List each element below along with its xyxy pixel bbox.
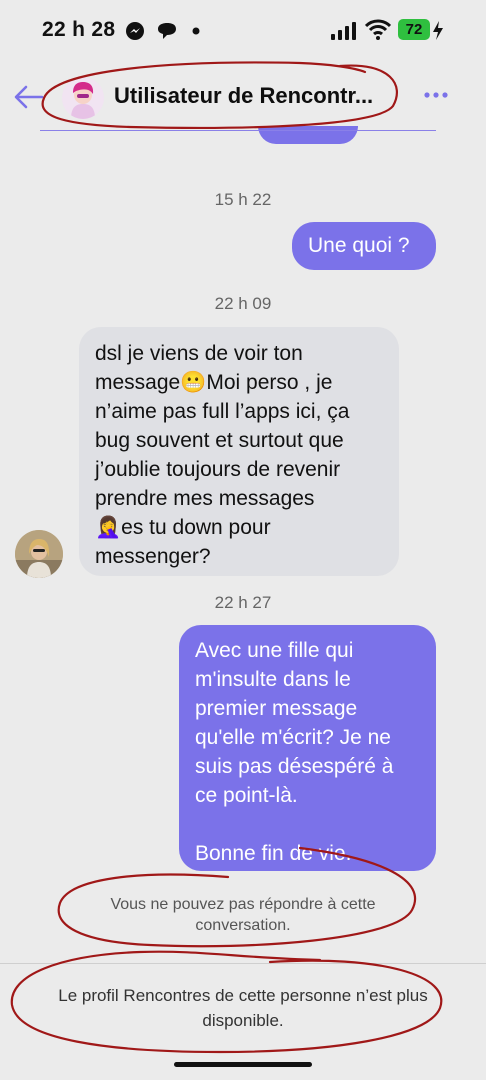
- message-text: 🤦‍♀️es tu down pour: [95, 516, 271, 539]
- message-text: suis pas désespéré à: [195, 755, 394, 778]
- message-text: ce point-là.: [195, 784, 298, 807]
- message-text: qu'elle m'écrit? Je ne: [195, 726, 391, 749]
- sender-avatar[interactable]: [15, 530, 63, 578]
- footer-line: Le profil Rencontres de cette personne n…: [58, 986, 428, 1005]
- incoming-message-bubble[interactable]: dsl je viens de voir ton message😬Moi per…: [79, 327, 399, 576]
- message-text: prendre mes messages: [95, 487, 315, 510]
- sender-photo-icon: [15, 530, 63, 578]
- message-text: n’aime pas full l’apps ici, ça: [95, 400, 350, 423]
- profile-unavailable-banner: Le profil Rencontres de cette personne n…: [0, 983, 486, 1033]
- person-avatar-icon: [62, 77, 104, 119]
- signal-icon: [331, 22, 356, 40]
- message-text: bug souvent et surtout que: [95, 429, 344, 452]
- more-horizontal-icon[interactable]: [422, 88, 450, 102]
- status-bar: 22 h 28 72: [0, 0, 486, 60]
- status-time: 22 h 28: [42, 18, 116, 41]
- messenger-icon: [126, 22, 144, 40]
- notice-line: Vous ne pouvez pas répondre à cette: [110, 896, 376, 913]
- message-text: Avec une fille qui: [195, 639, 354, 662]
- outgoing-message-bubble[interactable]: Une quoi ?: [292, 222, 436, 270]
- message-text: [195, 810, 420, 839]
- home-indicator[interactable]: [174, 1062, 312, 1067]
- notice-line: conversation.: [195, 917, 291, 934]
- conversation-header: Utilisateur de Rencontr...: [0, 62, 486, 132]
- message-timestamp: 22 h 27: [214, 593, 272, 612]
- message-text: Bonne fin de vie.: [195, 842, 352, 865]
- message-text: m'insulte dans le: [195, 668, 351, 691]
- conversation-title[interactable]: Utilisateur de Rencontr...: [114, 83, 404, 109]
- chat-icon: [158, 23, 176, 39]
- contact-avatar[interactable]: [62, 77, 104, 119]
- battery-icon: 72: [398, 19, 430, 40]
- message-text: j’oublie toujours de revenir: [95, 458, 341, 481]
- previous-message-bubble: [258, 126, 358, 144]
- message-text: premier message: [195, 697, 358, 720]
- footer-line: disponible.: [202, 1011, 284, 1030]
- message-timestamp: 15 h 22: [214, 190, 272, 209]
- charging-icon: [433, 21, 443, 40]
- back-arrow-icon[interactable]: [12, 82, 46, 112]
- message-timestamp: 22 h 09: [214, 294, 272, 313]
- wifi-icon: [365, 19, 391, 40]
- message-text: message😬Moi perso , je: [95, 371, 333, 394]
- footer-divider: [0, 963, 486, 964]
- header-divider: [40, 130, 436, 131]
- outgoing-message-bubble[interactable]: Avec une fille qui m'insulte dans le pre…: [179, 625, 436, 871]
- message-text: messenger?: [95, 545, 211, 568]
- reply-disabled-notice: Vous ne pouvez pas répondre à cette conv…: [0, 894, 486, 936]
- message-text: dsl je viens de voir ton: [95, 342, 303, 365]
- message-text: Une quoi ?: [308, 234, 410, 257]
- dot-icon: [192, 27, 200, 35]
